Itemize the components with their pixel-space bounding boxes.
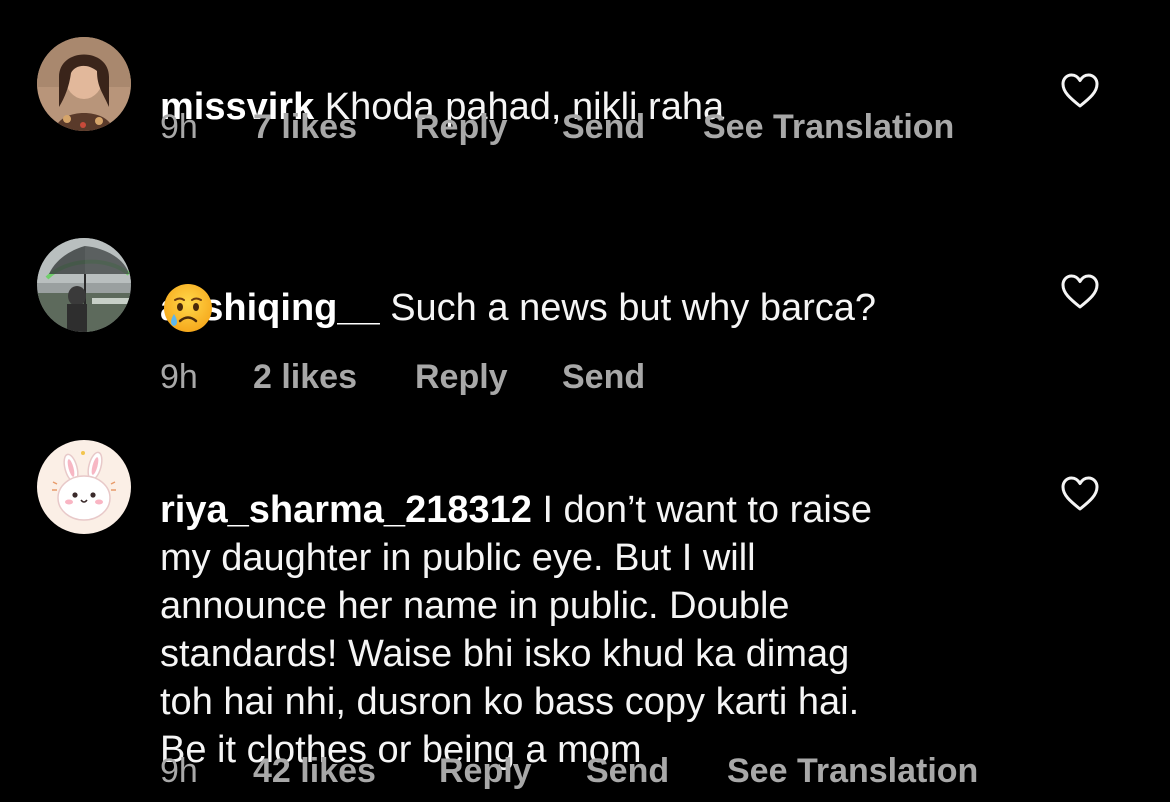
avatar-photo — [37, 440, 131, 534]
send-button[interactable]: Send — [586, 752, 669, 791]
comment-item: riya_sharma_218312 I don’t want to raise… — [0, 0, 1170, 802]
comment-time: 9h — [160, 752, 198, 790]
reply-button[interactable]: Reply — [439, 752, 532, 791]
avatar[interactable] — [37, 440, 131, 534]
heart-outline-icon[interactable] — [1061, 476, 1099, 512]
see-translation-button[interactable]: See Translation — [727, 752, 978, 791]
comment-username[interactable]: riya_sharma_218312 — [160, 489, 532, 531]
comment-text: riya_sharma_218312 I don’t want to raise… — [160, 438, 1000, 774]
likes-count[interactable]: 42 likes — [253, 752, 376, 791]
comment-body: I don’t want to raise my daughter in pub… — [160, 489, 872, 771]
